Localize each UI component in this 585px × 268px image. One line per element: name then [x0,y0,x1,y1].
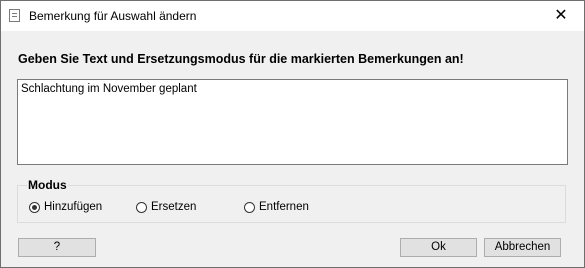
remark-text-input[interactable]: Schlachtung im November geplant [17,79,568,165]
mode-group-label: Modus [27,178,68,192]
radio-unchecked-icon [136,201,147,213]
title-bar: Bemerkung für Auswahl ändern ✕ [1,1,584,31]
radio-ersetzen[interactable]: Ersetzen [136,200,196,214]
radio-label-ersetzen: Ersetzen [151,201,197,213]
ok-button[interactable]: Ok [400,238,477,257]
cancel-button[interactable]: Abbrechen [484,238,561,257]
radio-checked-icon [29,201,40,213]
dialog-window: Bemerkung für Auswahl ändern ✕ Geben Sie… [0,0,585,268]
radio-hinzufuegen[interactable]: Hinzufügen [29,200,102,214]
radio-entfernen[interactable]: Entfernen [244,200,309,214]
radio-unchecked-icon [244,201,255,213]
window-title: Bemerkung für Auswahl ändern [29,9,197,23]
close-icon[interactable]: ✕ [538,1,584,31]
help-button[interactable]: ? [18,238,96,257]
radio-label-hinzufuegen: Hinzufügen [44,201,103,213]
document-icon [9,9,20,22]
radio-label-entfernen: Entfernen [259,201,309,213]
instruction-heading: Geben Sie Text und Ersetzungsmodus für d… [18,52,464,66]
